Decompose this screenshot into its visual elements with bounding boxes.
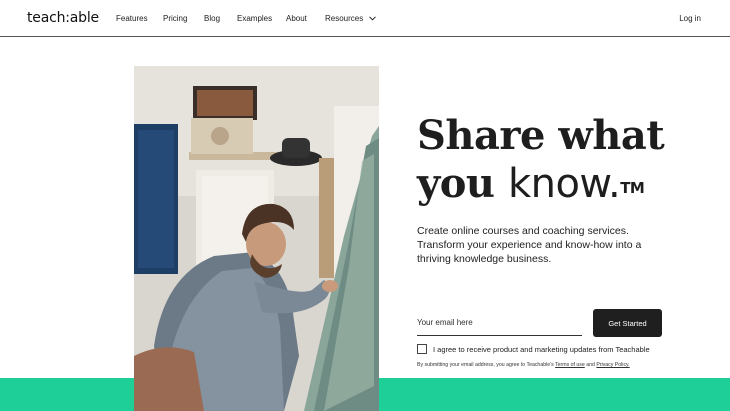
privacy-policy-link[interactable]: Privacy Policy. [596, 362, 629, 368]
nav-examples[interactable]: Examples [237, 14, 272, 23]
hero-title: Share what you know.TM [417, 112, 697, 208]
chevron-down-icon [369, 16, 377, 21]
nav-resources[interactable]: Resources [325, 14, 377, 23]
hero-photo-artist-painting [134, 66, 379, 411]
hero-subtitle: Create online courses and coaching servi… [417, 225, 642, 265]
trademark-mark: TM [620, 179, 645, 197]
email-input[interactable] [417, 314, 582, 336]
hero-title-line1: Share what [417, 112, 665, 159]
nav-features[interactable]: Features [116, 14, 148, 23]
consent-label: I agree to receive product and marketing… [433, 345, 650, 354]
hero-title-line2-pre: you [417, 160, 508, 207]
teachable-logo[interactable]: teach:able [27, 10, 99, 26]
nav-blog[interactable]: Blog [204, 14, 220, 23]
nav-resources-label: Resources [325, 14, 364, 23]
nav-pricing[interactable]: Pricing [163, 14, 187, 23]
legal-text: By submitting your email address, you ag… [417, 362, 554, 368]
consent-checkbox[interactable] [417, 344, 427, 354]
hero-title-know: know. [507, 161, 621, 207]
legal-disclaimer: By submitting your email address, you ag… [417, 362, 630, 368]
login-link[interactable]: Log in [679, 14, 701, 23]
top-navbar: teach:able Features Pricing Blog Example… [0, 0, 730, 37]
get-started-button[interactable]: Get Started [593, 309, 662, 337]
nav-about[interactable]: About [286, 14, 307, 23]
terms-of-use-link[interactable]: Terms of use [555, 362, 585, 368]
legal-and: and [586, 362, 595, 368]
